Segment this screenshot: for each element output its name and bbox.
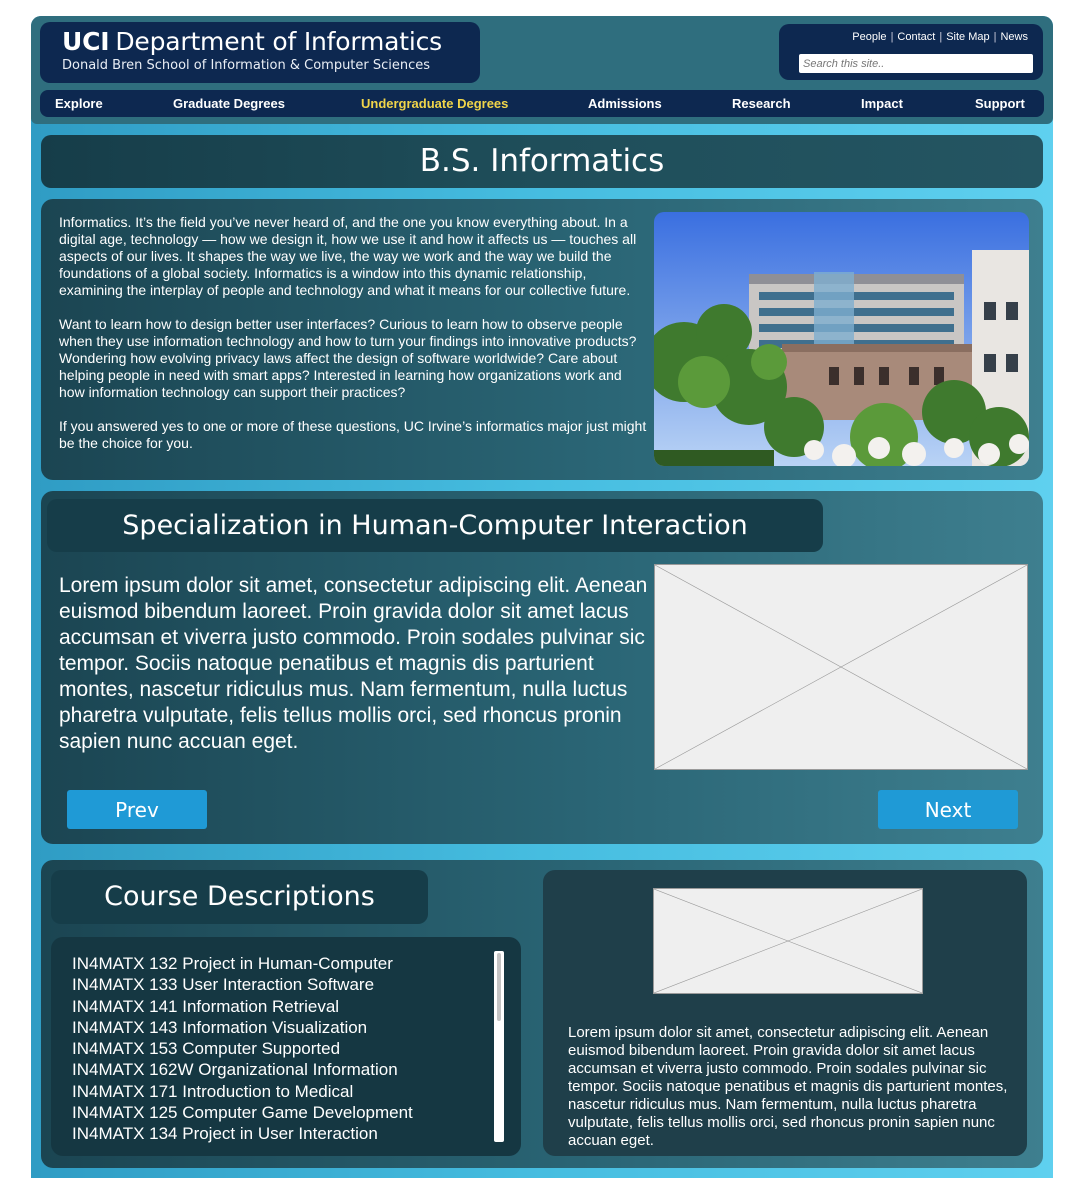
department-name: Department of Informatics [115, 27, 442, 56]
link-separator: | [939, 31, 943, 43]
nav-item-impact[interactable]: Impact [861, 96, 903, 111]
course-list: IN4MATX 132 Project in Human-Computer IN… [72, 953, 413, 1145]
intro-paragraph: Want to learn how to design better user … [59, 316, 637, 400]
nav-item-explore[interactable]: Explore [55, 96, 103, 111]
page-title-bar: B.S. Informatics [41, 135, 1043, 188]
course-item[interactable]: IN4MATX 132 Project in Human-Computer [72, 953, 413, 974]
courses-title: Course Descriptions [104, 881, 375, 912]
course-item[interactable]: IN4MATX 162W Organizational Information [72, 1059, 413, 1080]
campus-photo [654, 212, 1029, 466]
hci-specialization-section: Specialization in Human-Computer Interac… [41, 491, 1043, 844]
nav-item-graduate-degrees[interactable]: Graduate Degrees [173, 96, 285, 111]
hci-description: Lorem ipsum dolor sit amet, consectetur … [59, 574, 648, 753]
course-list-box[interactable]: IN4MATX 132 Project in Human-Computer IN… [51, 937, 521, 1156]
site-map-link[interactable]: Site Map [946, 31, 989, 43]
course-item[interactable]: IN4MATX 171 Introduction to Medical [72, 1081, 413, 1102]
next-button[interactable]: Next [878, 790, 1018, 829]
intro-section: Informatics. It’s the field you’ve never… [41, 199, 1043, 480]
hci-title-bar: Specialization in Human-Computer Interac… [47, 499, 823, 552]
course-detail-text: Lorem ipsum dolor sit amet, consectetur … [568, 1024, 1008, 1149]
intro-paragraph: Informatics. It’s the field you’ve never… [59, 214, 637, 298]
uci-wordmark: UCI [62, 27, 110, 56]
course-item[interactable]: IN4MATX 134 Project in User Interaction [72, 1123, 413, 1144]
department-logo[interactable]: UCI Department of Informatics Donald Bren… [40, 22, 480, 83]
search-input[interactable] [799, 54, 1033, 73]
course-detail-panel: Lorem ipsum dolor sit amet, consectetur … [543, 870, 1027, 1156]
prev-button[interactable]: Prev [67, 790, 207, 829]
contact-link[interactable]: Contact [897, 31, 935, 43]
news-link[interactable]: News [1000, 31, 1028, 43]
intro-text: Informatics. It’s the field you’ve never… [59, 214, 649, 469]
scrollbar-thumb[interactable] [497, 953, 501, 1021]
course-image-placeholder [653, 888, 923, 994]
nav-item-research[interactable]: Research [732, 96, 791, 111]
hci-image-placeholder [654, 564, 1028, 770]
link-separator: | [993, 31, 997, 43]
people-link[interactable]: People [852, 31, 886, 43]
utility-bar: People | Contact | Site Map | News [779, 24, 1043, 80]
nav-item-undergraduate-degrees[interactable]: Undergraduate Degrees [361, 96, 508, 111]
brand-title: UCI Department of Informatics [62, 27, 442, 56]
course-list-scrollbar[interactable] [494, 951, 504, 1142]
courses-title-bar: Course Descriptions [51, 870, 428, 924]
page-title: B.S. Informatics [419, 143, 665, 179]
link-separator: | [890, 31, 894, 43]
nav-item-support[interactable]: Support [975, 96, 1025, 111]
nav-item-admissions[interactable]: Admissions [588, 96, 662, 111]
course-item[interactable]: IN4MATX 133 User Interaction Software [72, 974, 413, 995]
utility-links: People | Contact | Site Map | News [852, 31, 1028, 43]
hci-title: Specialization in Human-Computer Interac… [122, 510, 748, 541]
main-nav: Explore Graduate Degrees Undergraduate D… [40, 90, 1044, 117]
course-item[interactable]: IN4MATX 141 Information Retrieval [72, 996, 413, 1017]
school-name: Donald Bren School of Information & Comp… [62, 58, 431, 73]
course-item[interactable]: IN4MATX 143 Information Visualization [72, 1017, 413, 1038]
course-item[interactable]: IN4MATX 125 Computer Game Development [72, 1102, 413, 1123]
course-item[interactable]: IN4MATX 153 Computer Supported [72, 1038, 413, 1059]
intro-paragraph: If you answered yes to one or more of th… [59, 418, 647, 451]
course-descriptions-section: Course Descriptions IN4MATX 132 Project … [41, 860, 1043, 1168]
